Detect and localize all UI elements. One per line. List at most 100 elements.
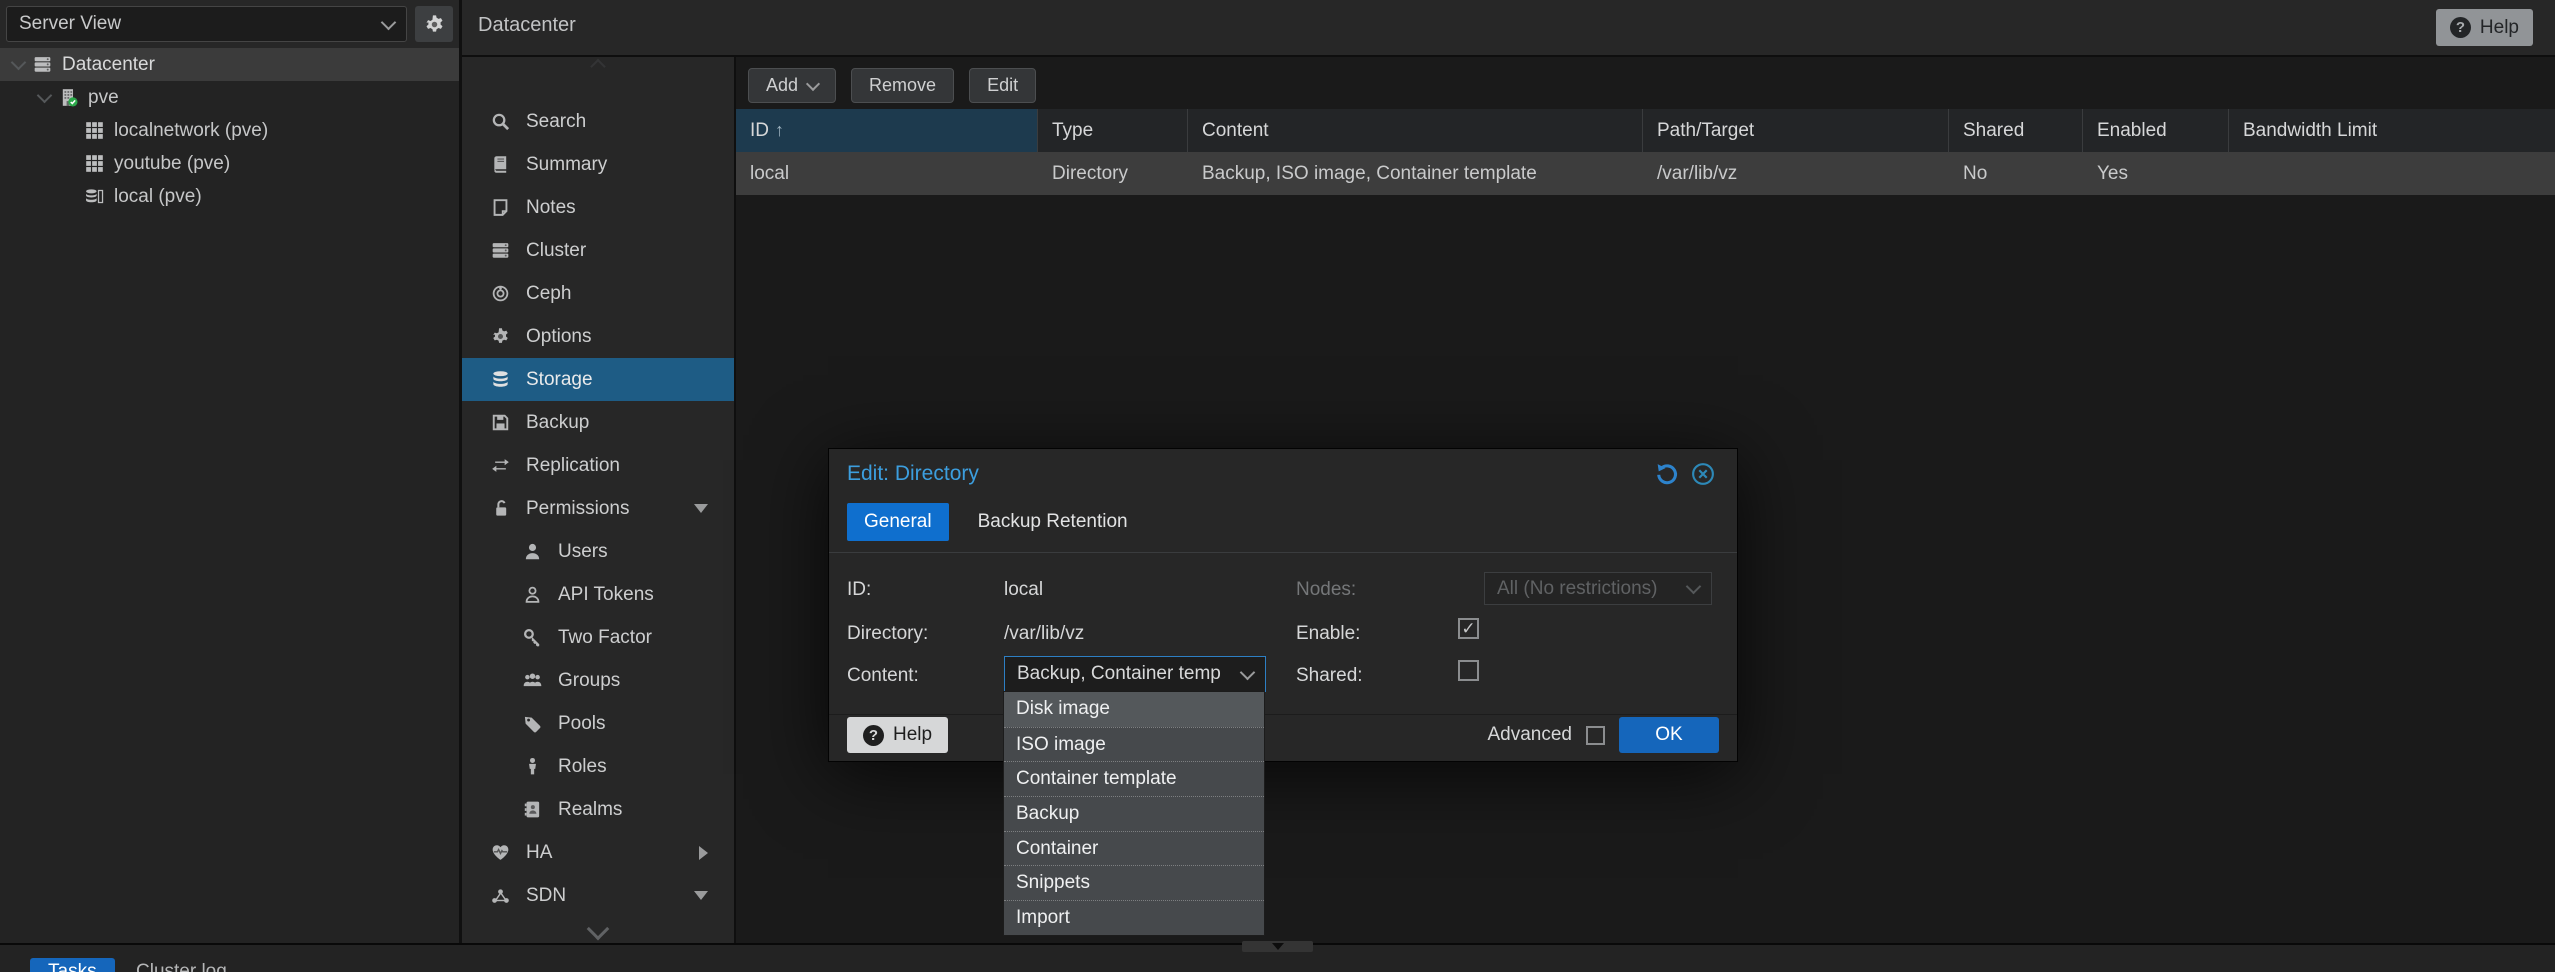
help-button[interactable]: ? Help xyxy=(2436,9,2533,46)
toolbar-button-label: Edit xyxy=(987,75,1018,96)
nav-item-storage[interactable]: Storage xyxy=(462,358,734,401)
column-header-enabled[interactable]: Enabled xyxy=(2083,109,2229,152)
dropdown-option-import[interactable]: Import xyxy=(1004,900,1264,935)
nav-item-label: Realms xyxy=(558,799,622,821)
dialog-title: Edit: Directory xyxy=(847,462,979,486)
nav-item-backup[interactable]: Backup xyxy=(462,401,734,444)
undo-icon[interactable] xyxy=(1655,462,1681,488)
tab-general[interactable]: General xyxy=(847,503,949,541)
question-icon: ? xyxy=(2450,17,2471,38)
ok-button[interactable]: OK xyxy=(1619,717,1719,753)
chevron-down-icon xyxy=(806,77,820,91)
column-header-shared[interactable]: Shared xyxy=(1949,109,2083,152)
nav-item-two-factor[interactable]: Two Factor xyxy=(462,616,734,659)
nav-item-notes[interactable]: Notes xyxy=(462,186,734,229)
nodes-label: Nodes: xyxy=(1296,579,1356,601)
nav-item-label: Cluster xyxy=(526,240,586,262)
advanced-label: Advanced xyxy=(1487,724,1572,746)
dropdown-option-snippets[interactable]: Snippets xyxy=(1004,865,1264,900)
dropdown-option-disk-image[interactable]: Disk image xyxy=(1004,692,1264,727)
shared-label: Shared: xyxy=(1296,665,1363,687)
nav-item-permissions[interactable]: Permissions xyxy=(462,487,734,530)
tab-backup-retention[interactable]: Backup Retention xyxy=(961,503,1145,541)
content-combobox[interactable]: Backup, Container temp xyxy=(1004,656,1266,692)
advanced-checkbox[interactable] xyxy=(1586,726,1605,745)
close-icon[interactable] xyxy=(1691,462,1717,488)
page-title: Datacenter xyxy=(478,14,576,37)
cell-content: Backup, ISO image, Container template xyxy=(1188,152,1643,195)
unlock-icon xyxy=(488,498,512,520)
nav-item-api-tokens[interactable]: API Tokens xyxy=(462,573,734,616)
toolbar-button-remove[interactable]: Remove xyxy=(851,68,954,103)
nav-item-options[interactable]: Options xyxy=(462,315,734,358)
nav-item-summary[interactable]: Summary xyxy=(462,143,734,186)
tree-item-datacenter[interactable]: Datacenter xyxy=(0,48,459,81)
nav-scroll-down-icon[interactable] xyxy=(587,918,610,941)
database-icon xyxy=(488,369,512,391)
view-mode-select[interactable]: Server View xyxy=(6,6,407,42)
address-book-icon xyxy=(520,799,544,821)
enable-checkbox[interactable]: ✓ xyxy=(1458,618,1479,639)
nav-item-groups[interactable]: Groups xyxy=(462,659,734,702)
nav-item-roles[interactable]: Roles xyxy=(462,745,734,788)
column-header-bandwidth-limit[interactable]: Bandwidth Limit xyxy=(2229,109,2555,152)
tree-item-youtube-pve[interactable]: youtube (pve) xyxy=(0,147,459,180)
nav-item-users[interactable]: Users xyxy=(462,530,734,573)
nav-scroll-up-icon xyxy=(590,59,606,75)
column-header-id[interactable]: ID ↑ xyxy=(736,109,1038,152)
triangle-down-icon xyxy=(1272,943,1284,950)
column-header-label: ID xyxy=(750,120,769,142)
nav-item-replication[interactable]: Replication xyxy=(462,444,734,487)
nav-item-cluster[interactable]: Cluster xyxy=(462,229,734,272)
content-combobox-value: Backup, Container temp xyxy=(1017,663,1221,685)
dialog-help-button[interactable]: ? Help xyxy=(847,717,948,753)
nav-item-sdn[interactable]: SDN xyxy=(462,874,734,917)
dropdown-option-container-template[interactable]: Container template xyxy=(1004,761,1264,796)
nav-item-ha[interactable]: HA xyxy=(462,831,734,874)
key-icon xyxy=(520,627,544,649)
table-row-local[interactable]: localDirectoryBackup, ISO image, Contain… xyxy=(736,152,2555,195)
toolbar-button-add[interactable]: Add xyxy=(748,68,836,103)
cell-id: local xyxy=(736,152,1038,195)
dropdown-option-container[interactable]: Container xyxy=(1004,831,1264,866)
tree-settings-button[interactable] xyxy=(415,6,453,42)
shared-checkbox[interactable] xyxy=(1458,660,1479,681)
nav-item-realms[interactable]: Realms xyxy=(462,788,734,831)
book-icon xyxy=(488,154,512,176)
nav-item-label: Ceph xyxy=(526,283,571,305)
status-tab-tasks[interactable]: Tasks xyxy=(30,958,115,972)
column-header-content[interactable]: Content xyxy=(1188,109,1643,152)
dropdown-option-iso-image[interactable]: ISO image xyxy=(1004,727,1264,762)
nav-item-pools[interactable]: Pools xyxy=(462,702,734,745)
nav-item-ceph[interactable]: Ceph xyxy=(462,272,734,315)
left-panel: Server View Datacenter pve localnetwork (p… xyxy=(0,0,462,945)
caret-right-icon xyxy=(699,846,708,860)
tree-toolbar: Server View xyxy=(0,0,459,48)
nav-item-search[interactable]: Search xyxy=(462,100,734,143)
users-icon xyxy=(520,670,544,692)
nav-item-label: Options xyxy=(526,326,591,348)
tag-icon xyxy=(520,713,544,735)
sort-asc-icon: ↑ xyxy=(775,120,784,141)
nav-item-label: Search xyxy=(526,111,586,133)
toolbar-button-edit[interactable]: Edit xyxy=(969,68,1036,103)
toolbar: Add Remove Edit xyxy=(748,68,1036,103)
dropdown-scroll-down[interactable] xyxy=(1242,941,1313,952)
tree-item-label: pve xyxy=(88,87,119,109)
tree-item-label: local (pve) xyxy=(114,186,202,208)
nav-item-label: Replication xyxy=(526,455,620,477)
column-header-path-target[interactable]: Path/Target xyxy=(1643,109,1949,152)
nodes-combobox: All (No restrictions) xyxy=(1484,572,1712,605)
content-label: Content: xyxy=(847,665,919,687)
resource-tree: Datacenter pve localnetwork (pve)youtube (… xyxy=(0,48,459,213)
nav-item-label: Pools xyxy=(558,713,606,735)
dropdown-option-backup[interactable]: Backup xyxy=(1004,796,1264,831)
tree-item-localnetwork-pve[interactable]: localnetwork (pve) xyxy=(0,114,459,147)
column-header-type[interactable]: Type xyxy=(1038,109,1188,152)
column-header-label: Bandwidth Limit xyxy=(2243,120,2377,142)
nav-item-label: API Tokens xyxy=(558,584,654,606)
cell-type: Directory xyxy=(1038,152,1188,195)
status-tab-cluster-log[interactable]: Cluster log xyxy=(118,958,245,972)
tree-item-local-pve[interactable]: local (pve) xyxy=(0,180,459,213)
tree-item-pve[interactable]: pve xyxy=(0,81,459,114)
